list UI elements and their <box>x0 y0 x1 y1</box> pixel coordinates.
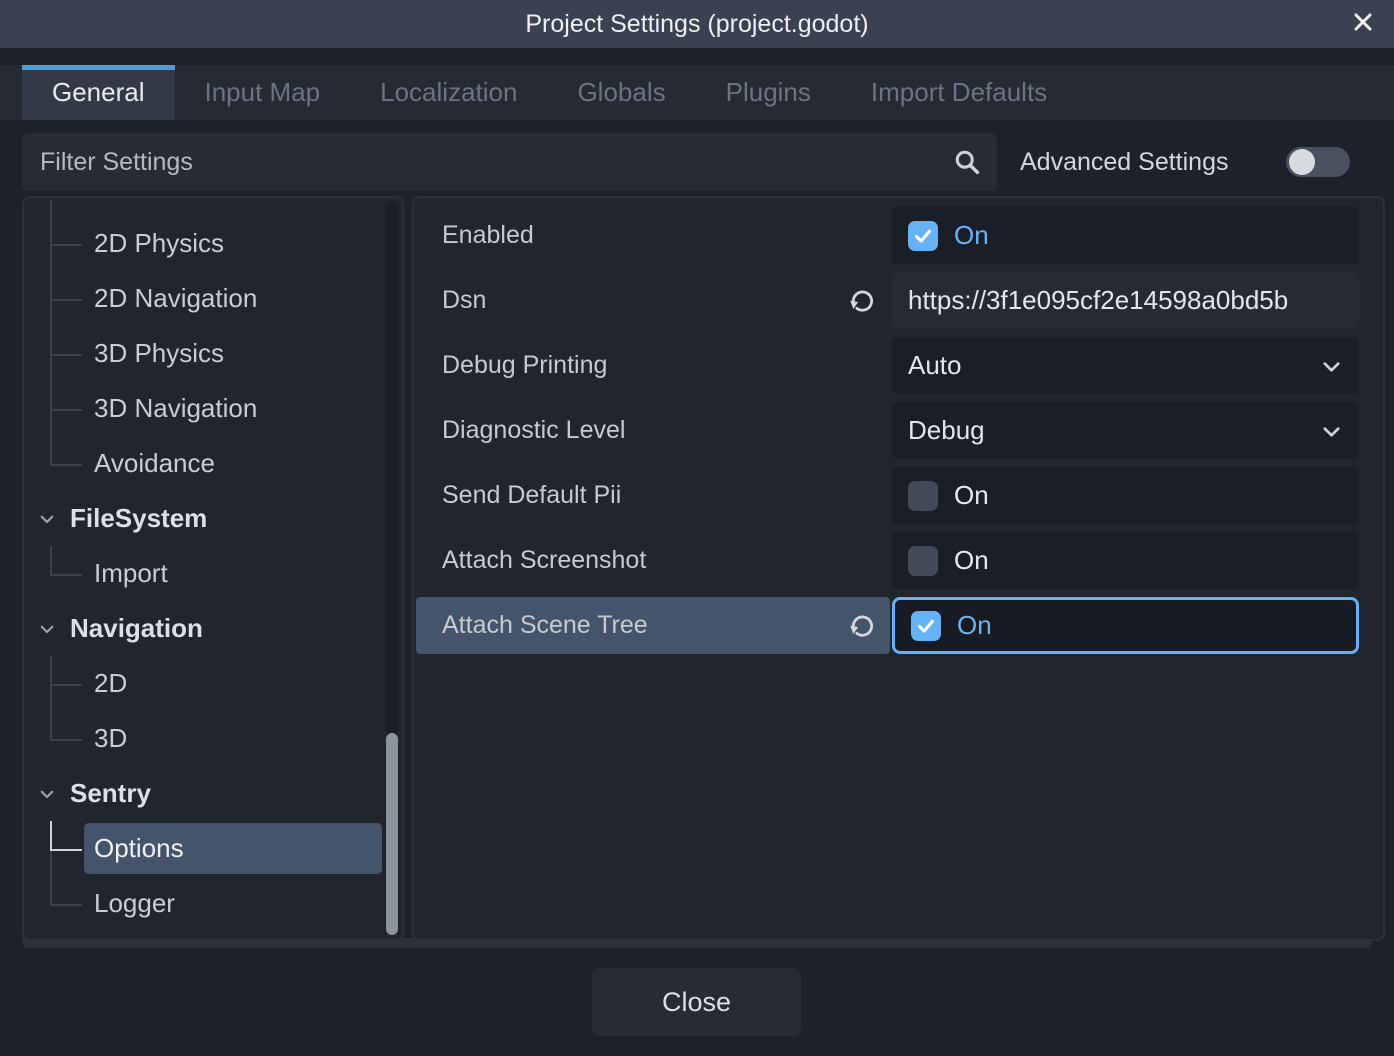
filter-placeholder: Filter Settings <box>22 148 951 177</box>
search-icon <box>951 146 983 178</box>
chevron-down-icon <box>38 785 56 803</box>
tree-item-label: Avoidance <box>24 448 215 479</box>
window-title: Project Settings (project.godot) <box>525 10 868 39</box>
tree-item-label: 2D Navigation <box>24 283 257 314</box>
close-icon <box>1351 10 1375 39</box>
settings-tree-panel: 2D Physics 2D Navigation 3D Physics 3D Navi… <box>22 196 404 941</box>
checkbox-state-label: On <box>954 545 989 576</box>
chevron-down-icon <box>38 620 56 638</box>
input-value-text: https://3f1e095cf2e14598a0bd5b <box>908 285 1343 316</box>
tab-plugins[interactable]: Plugins <box>696 65 841 120</box>
title-bar: Project Settings (project.godot) <box>0 0 1394 48</box>
tree-scrollbar-thumb[interactable] <box>386 733 398 935</box>
setting-row-attach-screenshot: Attach Screenshot On <box>424 532 1373 589</box>
tab-bar: GeneralInput MapLocalizationGlobalsPlugi… <box>22 65 1077 120</box>
enabled-value: On <box>892 207 1359 264</box>
revert-icon <box>848 286 876 314</box>
tree-item-label: Logger <box>24 888 175 919</box>
tree-item-label: Options <box>24 833 184 864</box>
tree-item-sentry[interactable]: Sentry <box>24 766 402 821</box>
dropdown-value-text: Debug <box>908 415 1343 446</box>
close-button[interactable]: Close <box>592 968 801 1036</box>
tree-item-3d-physics[interactable]: 3D Physics <box>24 326 402 381</box>
tree-trunk <box>50 200 52 216</box>
tree-item-navigation[interactable]: Navigation <box>24 601 402 656</box>
attach-scene-tree-checkbox[interactable] <box>911 611 941 641</box>
tree-item-avoidance[interactable]: Avoidance <box>24 436 402 491</box>
tree-item-3d-navigation[interactable]: 3D Navigation <box>24 381 402 436</box>
tree-item-label: 3D Physics <box>24 338 224 369</box>
tab-input-map[interactable]: Input Map <box>175 65 351 120</box>
advanced-settings-toggle[interactable] <box>1286 147 1350 177</box>
tab-localization[interactable]: Localization <box>350 65 547 120</box>
attach-scene-tree-value: On <box>892 597 1359 654</box>
setting-row-dsn: Dsn https://3f1e095cf2e14598a0bd5b <box>424 272 1373 329</box>
attach-screenshot-checkbox[interactable] <box>908 546 938 576</box>
tab-general[interactable]: General <box>22 65 175 120</box>
chevron-down-icon <box>38 510 56 528</box>
revert-button[interactable] <box>847 285 877 315</box>
advanced-settings-label: Advanced Settings <box>1020 133 1228 191</box>
tab-import-defaults[interactable]: Import Defaults <box>841 65 1077 120</box>
tree-item-logger[interactable]: Logger <box>24 876 402 931</box>
tree-item-import[interactable]: Import <box>24 546 402 601</box>
filter-settings-input[interactable]: Filter Settings <box>22 133 997 191</box>
setting-row-debug-printing: Debug Printing Auto <box>424 337 1373 394</box>
send-default-pii-checkbox[interactable] <box>908 481 938 511</box>
tab-globals[interactable]: Globals <box>547 65 695 120</box>
enabled-checkbox[interactable] <box>908 221 938 251</box>
tree-item-label: 2D <box>24 668 127 699</box>
setting-label: Dsn <box>442 272 486 329</box>
revert-icon <box>848 611 876 639</box>
chevron-down-icon <box>1320 355 1343 378</box>
toggle-knob <box>1289 149 1315 175</box>
setting-row-attach-scene-tree: Attach Scene Tree On <box>424 597 1373 654</box>
tree-item-label: Import <box>24 558 168 589</box>
tree-item-2d-physics[interactable]: 2D Physics <box>24 216 402 271</box>
dsn-input[interactable]: https://3f1e095cf2e14598a0bd5b <box>892 272 1359 329</box>
tree-item-label: 3D Navigation <box>24 393 257 424</box>
dropdown-value-text: Auto <box>908 350 1343 381</box>
settings-rows: Enabled On Dsn https://3f1e095cf2e14598a0bd… <box>414 198 1383 939</box>
tree-item-3d[interactable]: 3D <box>24 711 402 766</box>
tree-item-2d[interactable]: 2D <box>24 656 402 711</box>
debug-printing-dropdown[interactable]: Auto <box>892 337 1359 394</box>
setting-label: Attach Scene Tree <box>442 597 648 654</box>
checkbox-state-label: On <box>954 480 989 511</box>
setting-label: Diagnostic Level <box>442 402 625 459</box>
tree-item-2d-navigation[interactable]: 2D Navigation <box>24 271 402 326</box>
attach-screenshot-value: On <box>892 532 1359 589</box>
close-window-button[interactable] <box>1348 9 1378 39</box>
setting-label: Attach Screenshot <box>442 532 646 589</box>
revert-button[interactable] <box>847 610 877 640</box>
settings-values-panel: Enabled On Dsn https://3f1e095cf2e14598a0bd… <box>412 196 1385 941</box>
chevron-down-icon <box>1320 420 1343 443</box>
setting-label: Send Default Pii <box>442 467 621 524</box>
tree-item-options[interactable]: Options <box>24 821 402 876</box>
checkmark-icon <box>912 225 934 247</box>
setting-row-diagnostic-level: Diagnostic Level Debug <box>424 402 1373 459</box>
setting-row-send-default-pii: Send Default Pii On <box>424 467 1373 524</box>
tree-item-label: 3D <box>24 723 127 754</box>
tree-item-filesystem[interactable]: FileSystem <box>24 491 402 546</box>
checkmark-icon <box>915 615 937 637</box>
tree-item-label: 2D Physics <box>24 228 224 259</box>
setting-label: Enabled <box>442 207 534 264</box>
diagnostic-level-dropdown[interactable]: Debug <box>892 402 1359 459</box>
send-default-pii-value: On <box>892 467 1359 524</box>
checkbox-state-label: On <box>957 610 992 641</box>
setting-row-enabled: Enabled On <box>424 207 1373 264</box>
tree-list: 2D Physics 2D Navigation 3D Physics 3D Navi… <box>24 198 402 939</box>
checkbox-state-label: On <box>954 220 989 251</box>
setting-label: Debug Printing <box>442 337 607 394</box>
